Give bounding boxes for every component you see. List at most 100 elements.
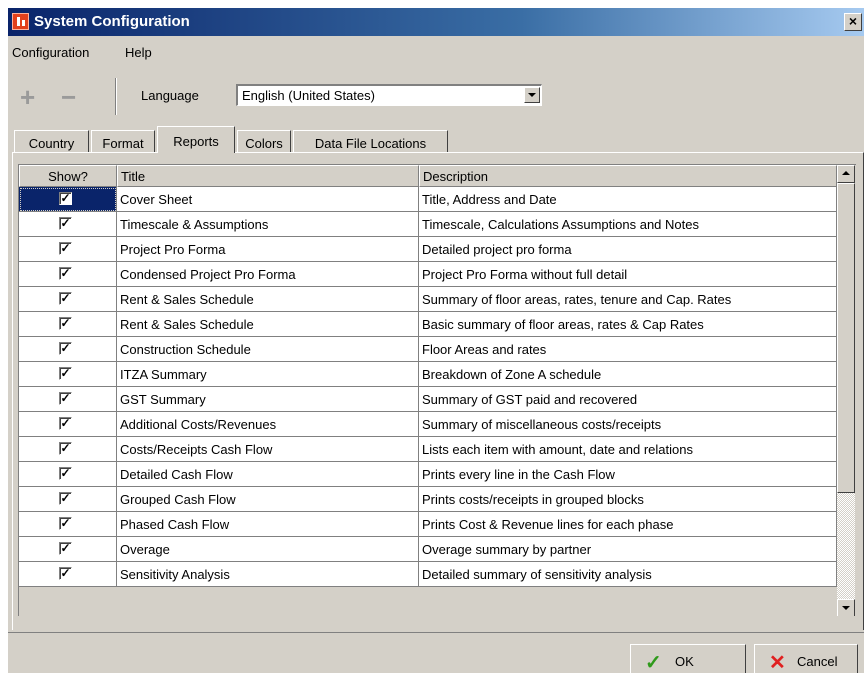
description-cell[interactable]: Summary of miscellaneous costs/receipts — [419, 412, 837, 437]
description-cell[interactable]: Summary of floor areas, rates, tenure an… — [419, 287, 837, 312]
show-cell[interactable]: ✓ — [19, 512, 117, 537]
description-cell[interactable]: Title, Address and Date — [419, 187, 837, 212]
show-checkbox[interactable]: ✓ — [59, 392, 72, 405]
table-row[interactable]: ✓ Detailed Cash Flow Prints every line i… — [19, 462, 837, 487]
title-cell[interactable]: ITZA Summary — [117, 362, 419, 387]
show-checkbox[interactable]: ✓ — [59, 192, 72, 205]
title-cell[interactable]: GST Summary — [117, 387, 419, 412]
show-cell[interactable]: ✓ — [19, 412, 117, 437]
table-row[interactable]: ✓ ITZA Summary Breakdown of Zone A sched… — [19, 362, 837, 387]
title-cell[interactable]: Rent & Sales Schedule — [117, 287, 419, 312]
show-checkbox[interactable]: ✓ — [59, 492, 72, 505]
show-cell[interactable]: ✓ — [19, 237, 117, 262]
show-cell[interactable]: ✓ — [19, 212, 117, 237]
menu-help[interactable]: Help — [125, 45, 152, 60]
title-cell[interactable]: Construction Schedule — [117, 337, 419, 362]
title-bar[interactable]: System Configuration × — [8, 8, 864, 36]
show-cell[interactable]: ✓ — [19, 487, 117, 512]
show-checkbox[interactable]: ✓ — [59, 467, 72, 480]
show-cell[interactable]: ✓ — [19, 187, 117, 212]
description-cell[interactable]: Detailed project pro forma — [419, 237, 837, 262]
description-cell[interactable]: Prints costs/receipts in grouped blocks — [419, 487, 837, 512]
show-checkbox[interactable]: ✓ — [59, 217, 72, 230]
show-checkbox[interactable]: ✓ — [59, 242, 72, 255]
table-row[interactable]: ✓ Grouped Cash Flow Prints costs/receipt… — [19, 487, 837, 512]
table-row[interactable]: ✓ Timescale & Assumptions Timescale, Cal… — [19, 212, 837, 237]
table-row[interactable]: ✓ Condensed Project Pro Forma Project Pr… — [19, 262, 837, 287]
title-cell[interactable]: Timescale & Assumptions — [117, 212, 419, 237]
plus-icon[interactable]: + — [20, 84, 35, 110]
title-cell[interactable]: Cover Sheet — [117, 187, 419, 212]
description-cell[interactable]: Floor Areas and rates — [419, 337, 837, 362]
vertical-scrollbar[interactable] — [837, 165, 855, 616]
scroll-up-icon[interactable] — [837, 165, 855, 183]
table-row[interactable]: ✓ Rent & Sales Schedule Summary of floor… — [19, 287, 837, 312]
show-cell[interactable]: ✓ — [19, 262, 117, 287]
table-row[interactable]: ✓ Construction Schedule Floor Areas and … — [19, 337, 837, 362]
title-cell[interactable]: Rent & Sales Schedule — [117, 312, 419, 337]
scroll-down-icon[interactable] — [837, 599, 855, 616]
column-header-description[interactable]: Description — [419, 165, 837, 187]
show-checkbox[interactable]: ✓ — [59, 442, 72, 455]
column-header-show[interactable]: Show? — [19, 165, 117, 187]
title-cell[interactable]: Additional Costs/Revenues — [117, 412, 419, 437]
description-cell[interactable]: Project Pro Forma without full detail — [419, 262, 837, 287]
tab-data-file-locations[interactable]: Data File Locations — [293, 130, 448, 152]
language-select[interactable]: English (United States) — [236, 84, 542, 106]
show-cell[interactable]: ✓ — [19, 537, 117, 562]
show-checkbox[interactable]: ✓ — [59, 342, 72, 355]
show-checkbox[interactable]: ✓ — [59, 317, 72, 330]
description-cell[interactable]: Summary of GST paid and recovered — [419, 387, 837, 412]
show-checkbox[interactable]: ✓ — [59, 367, 72, 380]
table-row[interactable]: ✓ Cover Sheet Title, Address and Date — [19, 187, 837, 212]
minus-icon[interactable]: − — [61, 84, 76, 110]
description-cell[interactable]: Timescale, Calculations Assumptions and … — [419, 212, 837, 237]
menu-configuration[interactable]: Configuration — [12, 45, 89, 60]
show-checkbox[interactable]: ✓ — [59, 267, 72, 280]
title-cell[interactable]: Condensed Project Pro Forma — [117, 262, 419, 287]
table-row[interactable]: ✓ Overage Overage summary by partner — [19, 537, 837, 562]
description-cell[interactable]: Breakdown of Zone A schedule — [419, 362, 837, 387]
show-checkbox[interactable]: ✓ — [59, 517, 72, 530]
title-cell[interactable]: Phased Cash Flow — [117, 512, 419, 537]
title-cell[interactable]: Costs/Receipts Cash Flow — [117, 437, 419, 462]
chevron-down-icon[interactable] — [524, 87, 540, 103]
table-row[interactable]: ✓ Costs/Receipts Cash Flow Lists each it… — [19, 437, 837, 462]
description-cell[interactable]: Overage summary by partner — [419, 537, 837, 562]
show-cell[interactable]: ✓ — [19, 462, 117, 487]
description-cell[interactable]: Prints every line in the Cash Flow — [419, 462, 837, 487]
cancel-button[interactable]: ✕ Cancel — [754, 644, 858, 673]
table-row[interactable]: ✓ Rent & Sales Schedule Basic summary of… — [19, 312, 837, 337]
show-cell[interactable]: ✓ — [19, 362, 117, 387]
title-cell[interactable]: Grouped Cash Flow — [117, 487, 419, 512]
tab-country[interactable]: Country — [14, 130, 89, 152]
tab-reports[interactable]: Reports — [157, 126, 235, 153]
show-checkbox[interactable]: ✓ — [59, 542, 72, 555]
title-cell[interactable]: Detailed Cash Flow — [117, 462, 419, 487]
description-cell[interactable]: Detailed summary of sensitivity analysis — [419, 562, 837, 587]
title-cell[interactable]: Overage — [117, 537, 419, 562]
title-cell[interactable]: Project Pro Forma — [117, 237, 419, 262]
scroll-thumb[interactable] — [837, 183, 855, 493]
show-cell[interactable]: ✓ — [19, 437, 117, 462]
ok-button[interactable]: ✓ OK — [630, 644, 746, 673]
show-checkbox[interactable]: ✓ — [59, 292, 72, 305]
show-cell[interactable]: ✓ — [19, 562, 117, 587]
show-cell[interactable]: ✓ — [19, 287, 117, 312]
show-cell[interactable]: ✓ — [19, 387, 117, 412]
description-cell[interactable]: Lists each item with amount, date and re… — [419, 437, 837, 462]
table-row[interactable]: ✓ Project Pro Forma Detailed project pro… — [19, 237, 837, 262]
tab-colors[interactable]: Colors — [237, 130, 291, 152]
close-button[interactable]: × — [844, 13, 862, 31]
show-cell[interactable]: ✓ — [19, 337, 117, 362]
table-row[interactable]: ✓ Additional Costs/Revenues Summary of m… — [19, 412, 837, 437]
column-header-title[interactable]: Title — [117, 165, 419, 187]
description-cell[interactable]: Basic summary of floor areas, rates & Ca… — [419, 312, 837, 337]
table-row[interactable]: ✓ Phased Cash Flow Prints Cost & Revenue… — [19, 512, 837, 537]
title-cell[interactable]: Sensitivity Analysis — [117, 562, 419, 587]
show-checkbox[interactable]: ✓ — [59, 567, 72, 580]
show-cell[interactable]: ✓ — [19, 312, 117, 337]
description-cell[interactable]: Prints Cost & Revenue lines for each pha… — [419, 512, 837, 537]
table-row[interactable]: ✓ GST Summary Summary of GST paid and re… — [19, 387, 837, 412]
tab-format[interactable]: Format — [91, 130, 155, 152]
